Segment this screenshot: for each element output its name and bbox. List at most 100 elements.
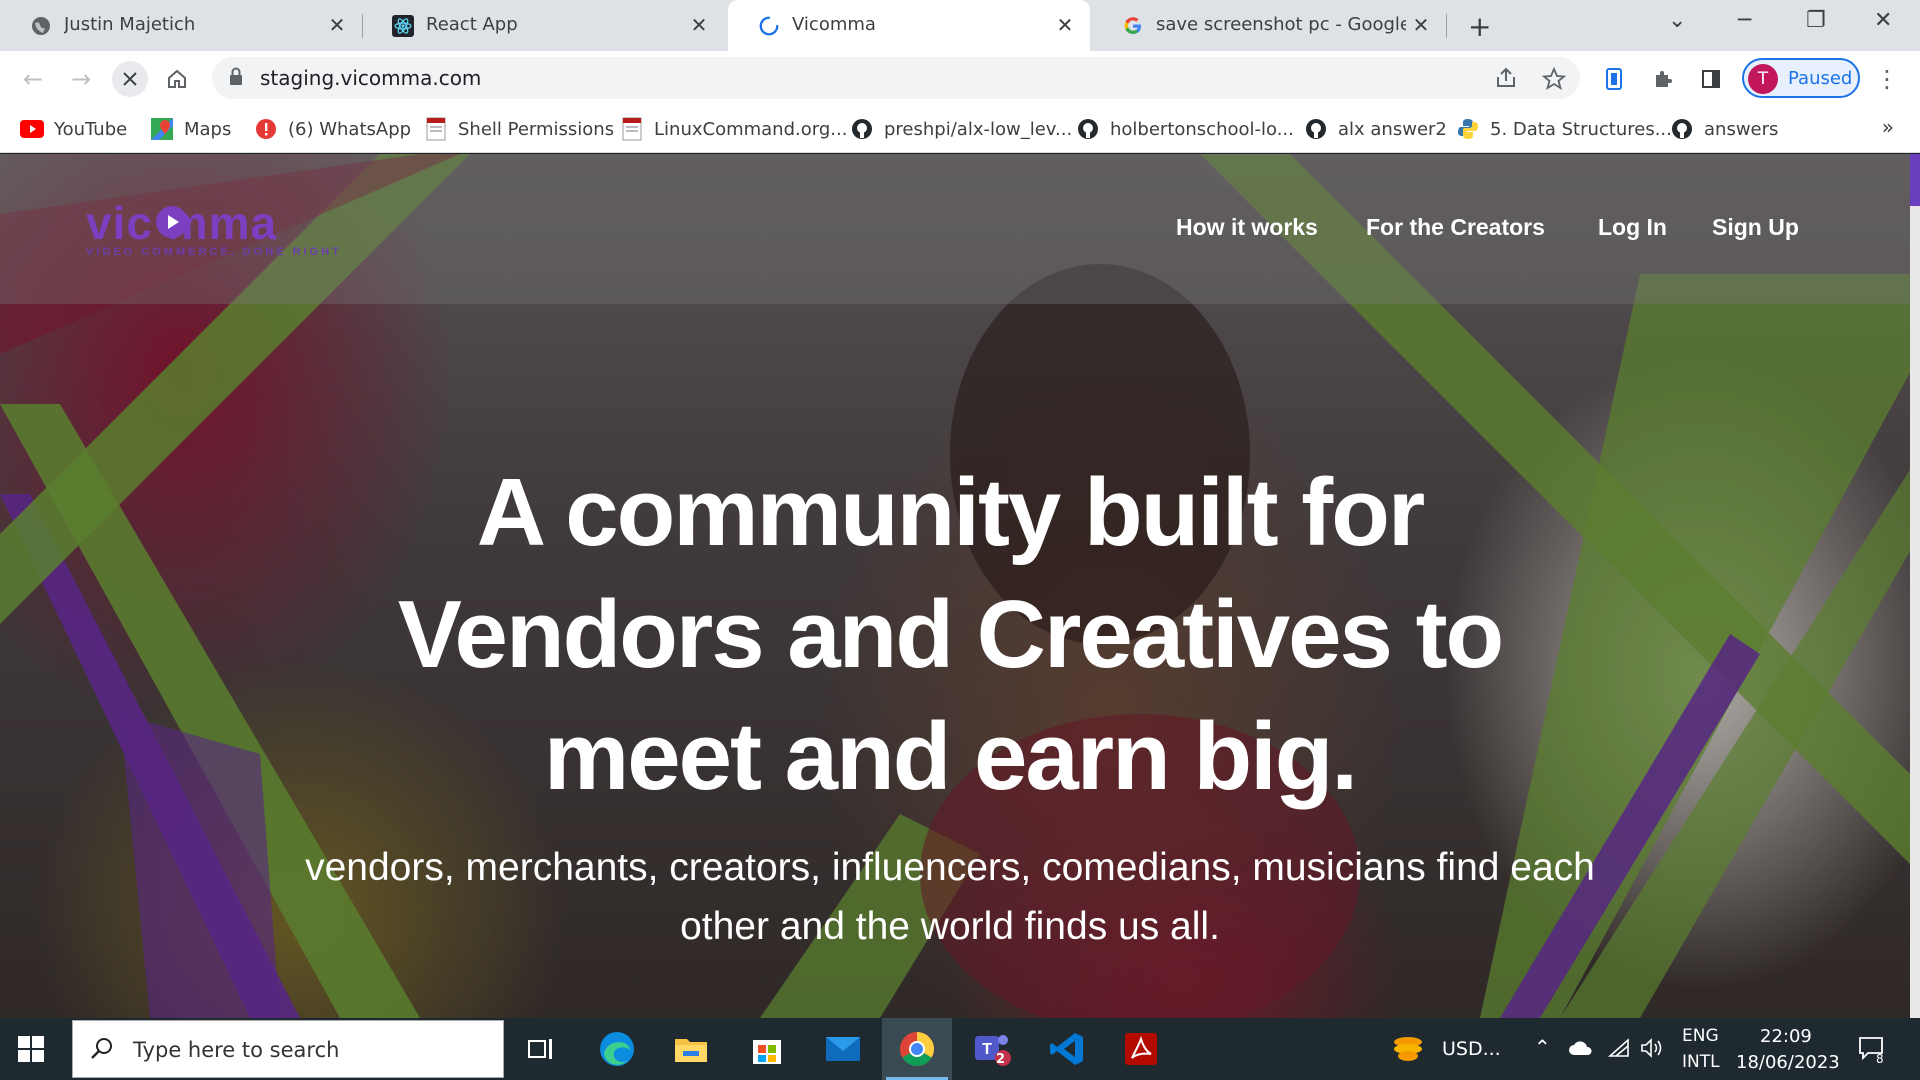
bookmark-preshpi-repo[interactable]: preshpi/alx-low_lev... <box>850 115 1072 143</box>
currency-widget-label[interactable]: USD... <box>1442 1038 1501 1060</box>
address-bar[interactable]: staging.vicomma.com <box>212 57 1580 99</box>
mail-icon[interactable] <box>822 1028 864 1070</box>
hero-title-line: meet and earn big. <box>543 703 1358 810</box>
minimize-icon[interactable]: ─ <box>1738 8 1751 33</box>
volume-icon[interactable] <box>1640 1037 1664 1063</box>
nav-how-it-works[interactable]: How it works <box>1176 214 1318 241</box>
hero-subtitle: vendors, merchants, creators, influencer… <box>190 838 1710 956</box>
close-icon[interactable]: ✕ <box>688 13 710 37</box>
tab-vicomma[interactable]: Vicomma ✕ <box>728 0 1090 51</box>
logo-tagline: VIDEO COMMERCE, DONE RIGHT <box>86 246 342 258</box>
profile-status-label: Paused <box>1788 68 1853 89</box>
lock-icon[interactable] <box>228 67 244 91</box>
vscode-icon[interactable] <box>1046 1028 1088 1070</box>
google-icon <box>1122 15 1144 37</box>
windows-taskbar: Type here to search T 2 USD... ⌃ ENG INT… <box>0 1018 1920 1080</box>
site-header: vic mma VIDEO COMMERCE, DONE RIGHT How i… <box>0 154 1910 304</box>
home-icon[interactable] <box>162 64 192 94</box>
onedrive-cloud-icon[interactable] <box>1568 1040 1594 1060</box>
acrobat-icon[interactable] <box>1120 1028 1162 1070</box>
windows-start-icon[interactable] <box>18 1036 44 1066</box>
play-icon <box>156 206 188 238</box>
bookmark-label: holbertonschool-lo... <box>1110 118 1294 140</box>
scrollbar-thumb[interactable] <box>1910 154 1920 206</box>
kebab-menu-icon[interactable]: ⋮ <box>1872 64 1902 94</box>
hero-subtitle-line: vendors, merchants, creators, influencer… <box>305 846 1595 889</box>
language-indicator[interactable]: ENG <box>1682 1026 1719 1046</box>
logo-wordmark: vic mma <box>86 197 278 249</box>
back-arrow-icon[interactable]: ← <box>18 64 48 94</box>
side-panel-icon[interactable] <box>1696 64 1726 94</box>
currency-widget-icon[interactable] <box>1392 1034 1424 1068</box>
globe-icon <box>30 15 52 37</box>
close-window-icon[interactable]: ✕ <box>1874 8 1892 33</box>
bookmark-answers[interactable]: answers <box>1670 115 1778 143</box>
tab-strip: Justin Majetich ✕ React App ✕ Vicomma ✕ … <box>0 0 1920 51</box>
bookmark-shell-permissions[interactable]: Shell Permissions <box>424 115 614 143</box>
profile-button[interactable]: T Paused <box>1742 58 1860 98</box>
clock-date[interactable]: 18/06/2023 <box>1736 1052 1840 1073</box>
bookmark-label: Shell Permissions <box>458 118 615 140</box>
bookmarks-overflow-icon[interactable]: » <box>1882 115 1894 139</box>
tab-search-chevron-icon[interactable]: ⌄ <box>1668 8 1686 33</box>
hero-title-line: A community built for <box>476 459 1425 566</box>
keyboard-layout-indicator[interactable]: INTL <box>1682 1052 1720 1072</box>
bookmark-alx-answer2[interactable]: alx answer2 <box>1304 115 1447 143</box>
forward-arrow-icon[interactable]: → <box>66 64 96 94</box>
tab-title: Justin Majetich <box>64 14 196 35</box>
bookmark-whatsapp[interactable]: (6) WhatsApp <box>254 115 411 143</box>
teams-icon[interactable]: T <box>972 1028 1014 1070</box>
svg-text:T: T <box>982 1041 992 1058</box>
tab-react-app[interactable]: React App ✕ <box>362 0 724 51</box>
task-view-icon[interactable] <box>520 1028 562 1070</box>
loading-spinner-icon <box>758 15 780 37</box>
vicomma-logo[interactable]: vic mma VIDEO COMMERCE, DONE RIGHT <box>86 196 342 258</box>
bookmark-star-icon[interactable] <box>1541 66 1567 95</box>
restore-icon[interactable]: ❐ <box>1806 8 1826 33</box>
close-icon[interactable]: ✕ <box>326 13 348 37</box>
tab-title: save screenshot pc - Google Sear <box>1156 14 1406 35</box>
bookmark-label: preshpi/alx-low_lev... <box>884 118 1073 140</box>
taskbar-search-box[interactable]: Type here to search <box>72 1020 504 1078</box>
extensions-icon[interactable] <box>1648 64 1678 94</box>
edge-icon[interactable] <box>596 1028 638 1070</box>
stop-loading-icon[interactable] <box>112 61 148 97</box>
show-hidden-icons-chevron-icon[interactable]: ⌃ <box>1534 1035 1551 1059</box>
reading-mode-icon[interactable] <box>1600 64 1630 94</box>
notification-count: 8 <box>1876 1052 1884 1066</box>
bookmark-data-structures[interactable]: 5. Data Structures... <box>1456 115 1672 143</box>
tab-separator <box>1446 14 1447 38</box>
tab-google-search[interactable]: save screenshot pc - Google Sear ✕ <box>1092 0 1446 51</box>
youtube-icon <box>20 117 44 141</box>
clock-time[interactable]: 22:09 <box>1760 1026 1812 1047</box>
bookmark-maps[interactable]: Maps <box>150 115 231 143</box>
store-icon[interactable] <box>746 1028 788 1070</box>
close-icon[interactable]: ✕ <box>1054 13 1076 37</box>
tab-justin-majetich[interactable]: Justin Majetich ✕ <box>0 0 362 51</box>
bookmark-holbertonschool-repo[interactable]: holbertonschool-lo... <box>1076 115 1294 143</box>
bookmark-label: Maps <box>184 118 232 140</box>
bookmark-youtube[interactable]: YouTube <box>20 115 127 143</box>
file-explorer-icon[interactable] <box>670 1028 712 1070</box>
nav-sign-up[interactable]: Sign Up <box>1712 214 1799 241</box>
url-text[interactable]: staging.vicomma.com <box>260 66 481 90</box>
bookmark-label: alx answer2 <box>1338 118 1447 140</box>
scrollbar-track[interactable] <box>1910 206 1920 1018</box>
python-icon <box>1456 117 1480 141</box>
chrome-icon[interactable] <box>886 1028 948 1080</box>
maps-icon <box>150 117 174 141</box>
teams-badge: 2 <box>996 1052 1006 1067</box>
close-icon[interactable]: ✕ <box>1410 13 1432 37</box>
nav-for-the-creators[interactable]: For the Creators <box>1366 214 1545 241</box>
nav-log-in[interactable]: Log In <box>1598 214 1667 241</box>
github-icon <box>1304 117 1328 141</box>
bookmark-linuxcommand[interactable]: LinuxCommand.org... <box>620 115 847 143</box>
page-icon <box>424 117 448 141</box>
avatar: T <box>1748 64 1778 94</box>
new-tab-plus-icon[interactable]: + <box>1468 10 1491 43</box>
page-icon <box>620 117 644 141</box>
search-icon <box>89 1036 115 1066</box>
wifi-icon[interactable] <box>1607 1038 1630 1062</box>
tab-title: React App <box>426 14 518 35</box>
share-icon[interactable] <box>1494 67 1518 93</box>
